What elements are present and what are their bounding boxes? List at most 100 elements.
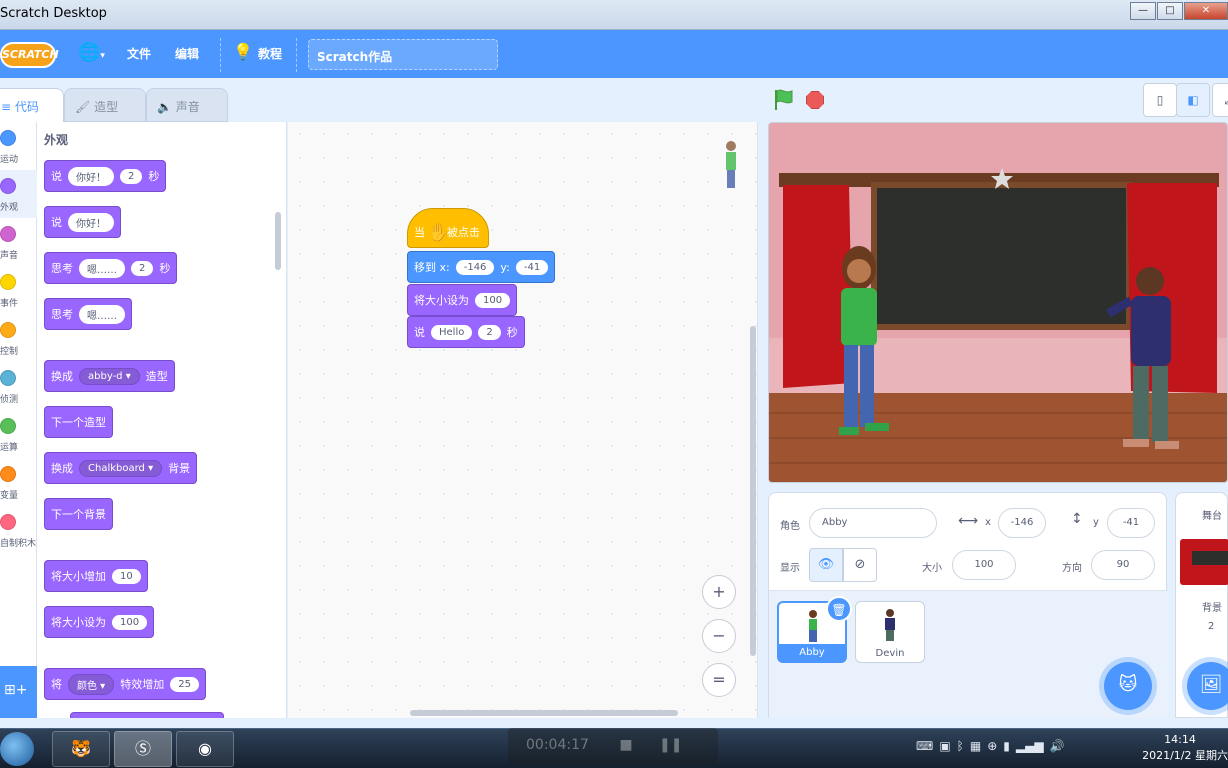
- tab-costumes[interactable]: 🖌 造型: [64, 88, 146, 122]
- category-variables[interactable]: 变量: [0, 458, 37, 506]
- file-menu[interactable]: 文件: [127, 45, 151, 62]
- y-position-input[interactable]: -41: [1107, 508, 1155, 538]
- script-area[interactable]: 当 ⚑ 被点击 移到 x: -146 y: -41 将大小设为 100 说 He…: [288, 122, 758, 718]
- green-flag-icon[interactable]: [772, 88, 796, 112]
- edit-menu[interactable]: 编辑: [175, 45, 199, 62]
- tab-code[interactable]: ≡ 代码: [0, 88, 64, 122]
- y-input[interactable]: -41: [515, 259, 549, 275]
- say-block[interactable]: 说 你好！: [44, 206, 121, 238]
- project-title-input[interactable]: Scratch作品: [308, 39, 498, 70]
- network-icon[interactable]: ▦: [970, 739, 981, 753]
- category-operators[interactable]: 运算: [0, 410, 37, 458]
- sprite-tile-devin[interactable]: Devin: [855, 601, 925, 663]
- tab-sounds[interactable]: 🔈 声音: [146, 88, 228, 122]
- zoom-out-button[interactable]: −: [702, 619, 736, 653]
- volume-icon[interactable]: 🔊: [1050, 739, 1065, 753]
- tutorials-menu[interactable]: 教程: [258, 45, 282, 62]
- block-input[interactable]: 2: [131, 260, 154, 276]
- block-input[interactable]: 25: [170, 676, 199, 692]
- lightbulb-icon[interactable]: 💡: [233, 42, 253, 61]
- costume-dropdown[interactable]: abby-d ▾: [79, 367, 140, 385]
- close-button[interactable]: ✕: [1184, 2, 1228, 20]
- battery-icon[interactable]: ▮: [1003, 739, 1010, 753]
- category-looks[interactable]: 外观: [0, 170, 37, 218]
- security-icon[interactable]: ⊕: [987, 739, 997, 753]
- block-input[interactable]: 嗯……: [79, 258, 125, 278]
- horizontal-scrollbar[interactable]: [410, 710, 678, 716]
- pause-recording-icon[interactable]: ❚❚: [659, 737, 682, 753]
- taskbar-app-scratch[interactable]: Ⓢ: [114, 731, 172, 767]
- think-for-secs-block[interactable]: 思考 嗯…… 2 秒: [44, 252, 178, 284]
- small-stage-button[interactable]: ▯: [1143, 83, 1177, 117]
- taskbar-app-scratch-cat[interactable]: 🐯: [52, 731, 110, 767]
- show-sprite-button[interactable]: 👁: [809, 548, 843, 582]
- choose-backdrop-button[interactable]: 🖼: [1187, 662, 1228, 710]
- size-input[interactable]: 100: [475, 292, 511, 308]
- stop-recording-icon[interactable]: ■: [619, 737, 632, 753]
- delete-sprite-button[interactable]: 🗑: [826, 596, 852, 622]
- taskbar-clock[interactable]: 14:14 2021/1/2 星期六: [1132, 732, 1228, 764]
- normal-stage-icon: ◧: [1187, 93, 1199, 107]
- choose-sprite-button[interactable]: 🐱: [1104, 662, 1152, 710]
- normal-stage-button[interactable]: ◧: [1176, 83, 1210, 117]
- zoom-reset-button[interactable]: =: [702, 663, 736, 697]
- block-input[interactable]: 10: [112, 568, 141, 584]
- sprite-name-input[interactable]: Abby: [809, 508, 937, 538]
- backdrop-dropdown[interactable]: Chalkboard ▾: [79, 459, 163, 477]
- direction-input[interactable]: 90: [1091, 550, 1155, 580]
- bluetooth-icon[interactable]: ᛒ: [957, 739, 964, 753]
- hide-sprite-button[interactable]: ⊘: [843, 548, 877, 582]
- signal-icon[interactable]: ▂▄▆: [1016, 739, 1044, 753]
- block-input[interactable]: 100: [112, 614, 148, 630]
- message-input[interactable]: Hello: [431, 324, 473, 340]
- next-costume-block[interactable]: 下一个造型: [44, 406, 113, 438]
- minimize-button[interactable]: —: [1130, 2, 1156, 20]
- start-button[interactable]: [0, 732, 34, 766]
- switch-backdrop-block[interactable]: 换成 Chalkboard ▾ 背景: [44, 452, 198, 484]
- block-input[interactable]: 2: [120, 168, 143, 184]
- language-globe-icon[interactable]: 🌐▾: [78, 42, 105, 63]
- effect-dropdown[interactable]: 颜色 ▾: [68, 673, 115, 695]
- block-input[interactable]: 你好！: [68, 166, 114, 186]
- change-effect-block[interactable]: 将 颜色 ▾ 特效增加 25: [44, 668, 206, 700]
- block-input[interactable]: 你好！: [68, 212, 114, 232]
- switch-costume-block[interactable]: 换成 abby-d ▾ 造型: [44, 360, 175, 392]
- keyboard-icon[interactable]: ⌨: [916, 739, 933, 753]
- vertical-scrollbar[interactable]: [750, 326, 756, 656]
- fullscreen-button[interactable]: ⤢: [1212, 83, 1228, 117]
- palette-scrollbar[interactable]: [275, 212, 281, 270]
- category-sound[interactable]: 声音: [0, 218, 37, 266]
- x-input[interactable]: -146: [455, 259, 495, 275]
- small-stage-icon: ▯: [1156, 93, 1164, 107]
- maximize-button[interactable]: □: [1157, 2, 1183, 20]
- block-input[interactable]: 嗯……: [79, 304, 125, 324]
- category-control[interactable]: 控制: [0, 314, 37, 362]
- taskbar-app-recorder[interactable]: ◉: [176, 731, 234, 767]
- category-menu: 运动 外观 声音 事件 控制 侦测 运算 变量 自制积木: [0, 122, 37, 666]
- next-backdrop-block[interactable]: 下一个背景: [44, 498, 113, 530]
- block-text: 思考: [51, 262, 73, 275]
- go-to-xy-block[interactable]: 移到 x: -146 y: -41: [407, 251, 556, 283]
- category-events[interactable]: 事件: [0, 266, 37, 314]
- category-motion[interactable]: 运动: [0, 122, 37, 170]
- tray-icon[interactable]: ▣: [939, 739, 950, 753]
- say-for-secs-block[interactable]: 说 你好！ 2 秒: [44, 160, 167, 192]
- x-position-input[interactable]: -146: [998, 508, 1046, 538]
- scratch-logo[interactable]: SCRATCH: [0, 42, 59, 68]
- sprite-properties: 角色 Abby ⟷ x -146 ↕ y -41 显示 👁 ⊘ 大小 100 方…: [769, 493, 1168, 591]
- partial-block[interactable]: [70, 712, 224, 718]
- size-input[interactable]: 100: [952, 550, 1016, 580]
- category-my-blocks[interactable]: 自制积木: [0, 506, 37, 554]
- set-size-block[interactable]: 将大小设为 100: [44, 606, 155, 638]
- stage-canvas[interactable]: [768, 122, 1228, 483]
- secs-input[interactable]: 2: [478, 324, 501, 340]
- change-size-block[interactable]: 将大小增加 10: [44, 560, 148, 592]
- set-size-script-block[interactable]: 将大小设为 100: [407, 284, 518, 316]
- clock-time: 14:14: [1164, 733, 1196, 746]
- add-extension-button[interactable]: ⊞+: [0, 666, 37, 718]
- stop-icon[interactable]: [806, 91, 824, 109]
- think-block[interactable]: 思考 嗯……: [44, 298, 132, 330]
- zoom-in-button[interactable]: +: [702, 575, 736, 609]
- say-for-secs-script-block[interactable]: 说 Hello 2 秒: [407, 316, 525, 348]
- category-sensing[interactable]: 侦测: [0, 362, 37, 410]
